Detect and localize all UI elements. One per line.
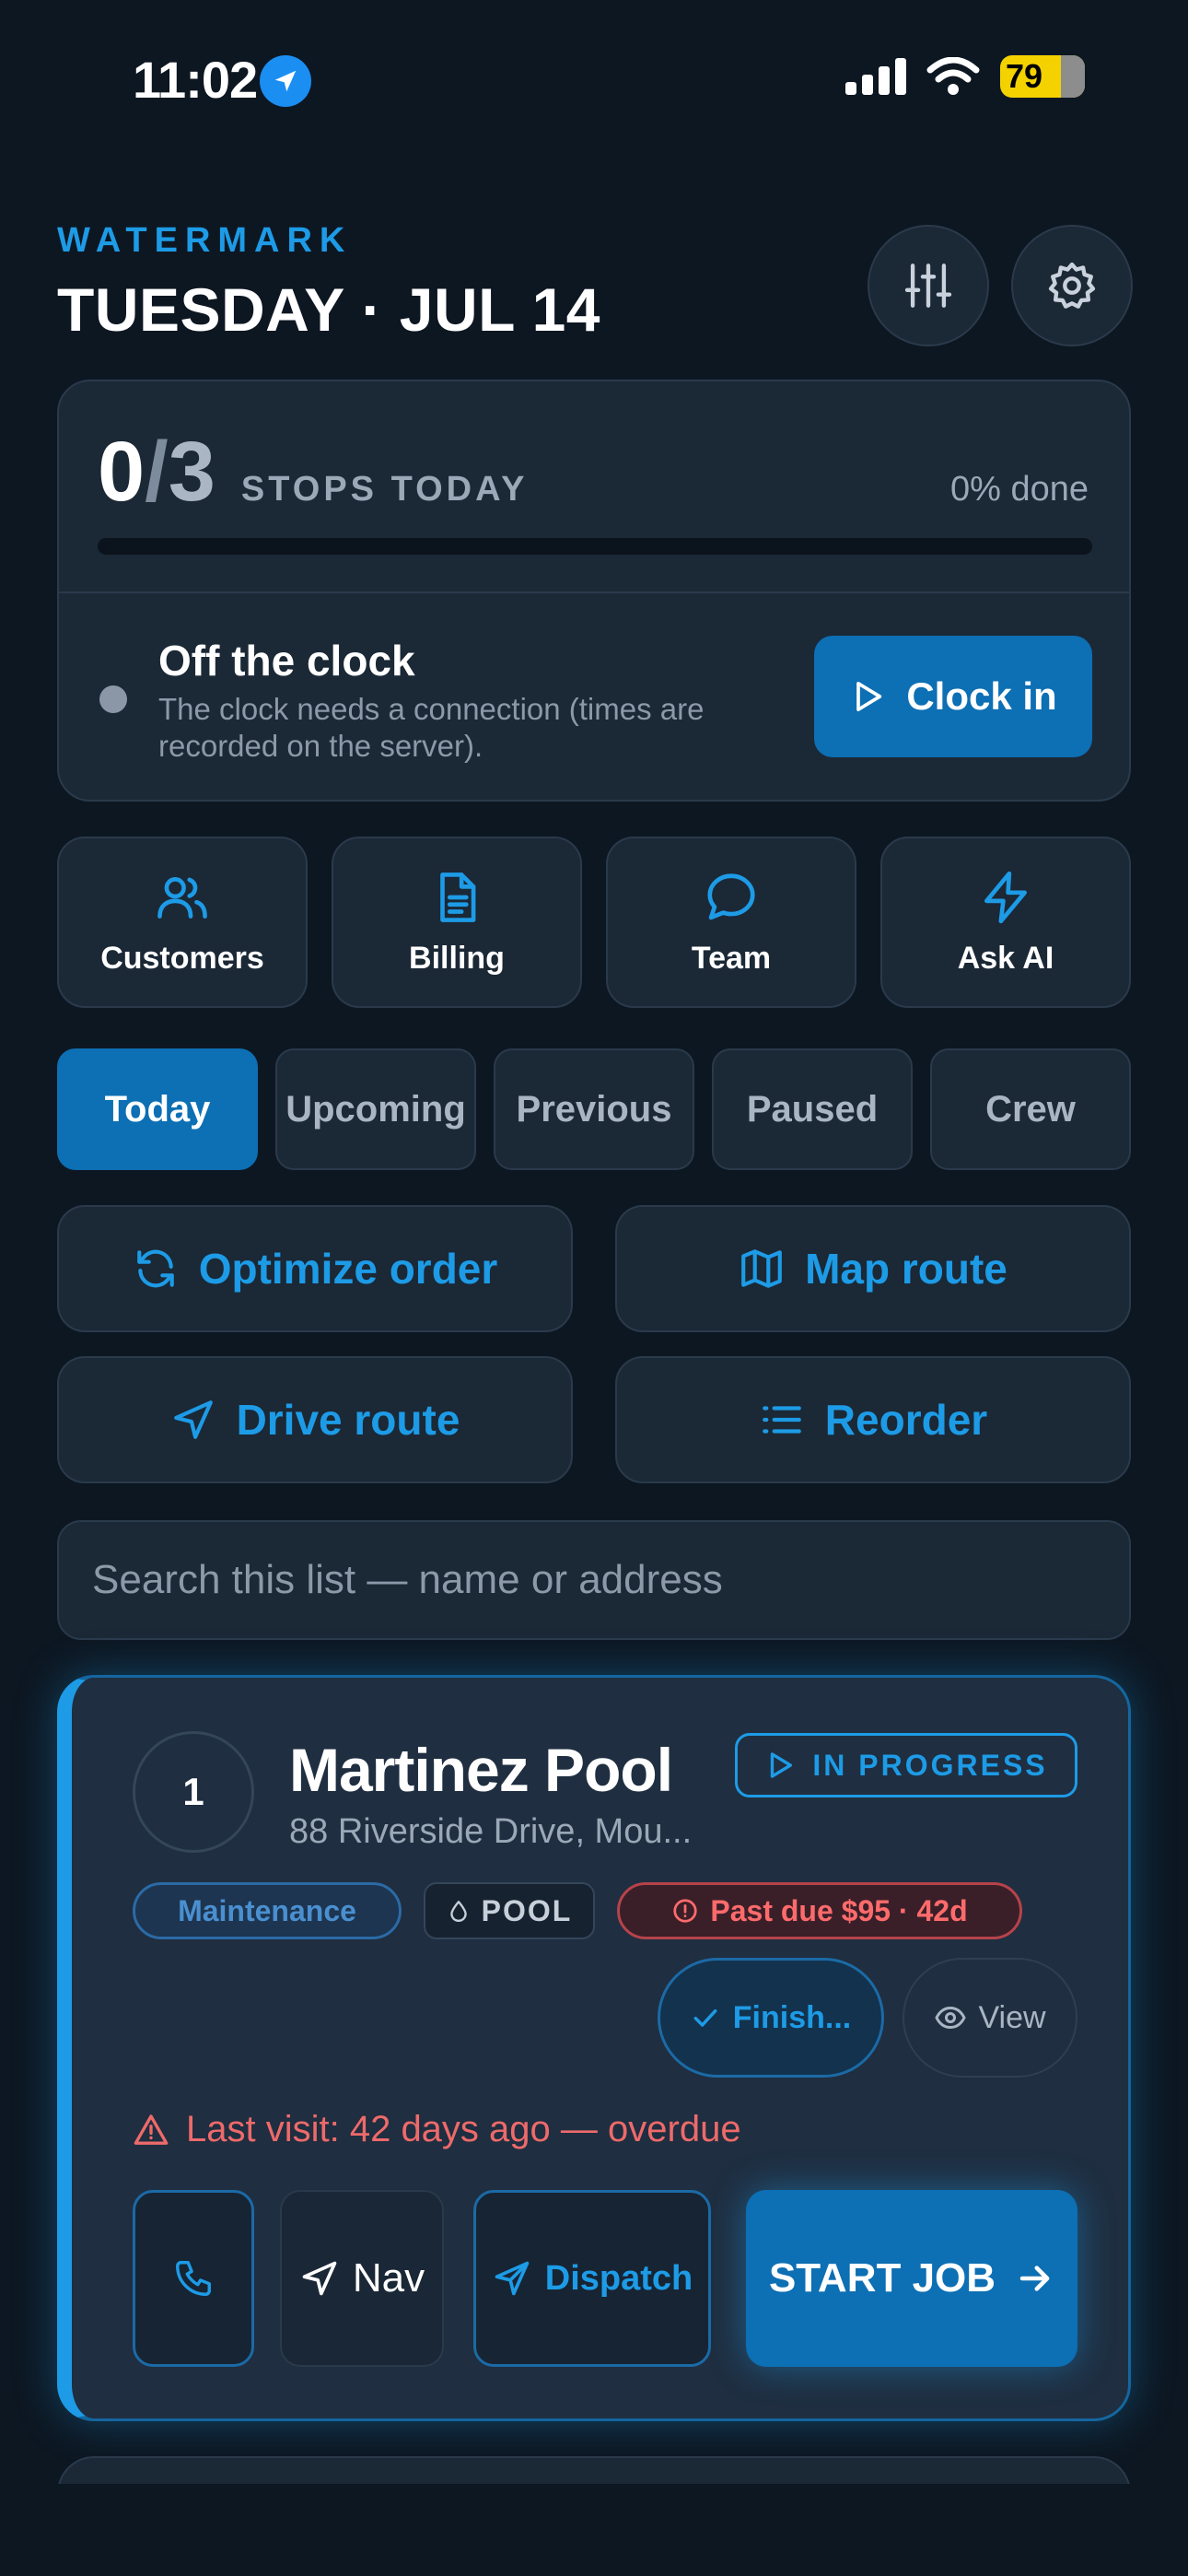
drive-route-button[interactable]: Drive route <box>57 1356 573 1483</box>
sliders-icon <box>904 263 952 308</box>
play-icon <box>771 1752 793 1778</box>
tab-previous[interactable]: Previous <box>494 1048 694 1170</box>
pool-type-label: POOL <box>481 1893 573 1927</box>
start-job-label: START JOB <box>768 2255 996 2301</box>
wifi-icon <box>926 57 980 95</box>
reorder-label: Reorder <box>824 1396 988 1444</box>
location-arrow-icon <box>260 55 311 107</box>
stop-number: 1 <box>133 1731 254 1853</box>
battery-level: 79 <box>1006 57 1043 95</box>
bottom-fade <box>0 2484 1188 2576</box>
overdue-warning: Last visit: 42 days ago — overdue <box>133 2109 741 2150</box>
filters-button[interactable] <box>868 225 989 346</box>
phone-icon <box>176 2261 211 2296</box>
settings-button[interactable] <box>1011 225 1133 346</box>
optimize-order-label: Optimize order <box>198 1245 498 1293</box>
team-tile[interactable]: Team <box>606 837 856 1008</box>
arrow-right-icon <box>1019 2266 1050 2291</box>
percent-done: 0% done <box>949 470 1089 509</box>
list-icon <box>762 1406 801 1434</box>
stops-counter: 0 / 3 STOPS TODAY <box>98 424 528 521</box>
status-time: 11:02 <box>133 51 258 109</box>
customers-label: Customers <box>100 940 264 976</box>
service-tag: Maintenance <box>133 1882 402 1939</box>
optimize-order-button[interactable]: Optimize order <box>57 1205 573 1332</box>
refresh-icon <box>136 1249 174 1288</box>
pool-type-tag: POOL <box>424 1882 595 1939</box>
past-due-label: Past due $95 · 42d <box>710 1893 968 1927</box>
call-button[interactable] <box>133 2190 254 2367</box>
tab-paused[interactable]: Paused <box>712 1048 913 1170</box>
start-job-button[interactable]: START JOB <box>746 2190 1077 2367</box>
document-icon <box>440 872 476 922</box>
customers-tile[interactable]: Customers <box>57 837 308 1008</box>
search-input[interactable] <box>57 1520 1131 1640</box>
stops-separator: / <box>145 425 169 519</box>
map-icon <box>741 1249 782 1288</box>
signal-icon <box>845 58 906 95</box>
page-title: TUESDAY · JUL 14 <box>57 275 601 344</box>
past-due-tag: Past due $95 · 42d <box>617 1882 1022 1939</box>
eye-icon <box>935 2006 967 2030</box>
tab-today[interactable]: Today <box>57 1048 258 1170</box>
view-label: View <box>978 1999 1046 2035</box>
clock-in-button[interactable]: Clock in <box>814 636 1092 757</box>
battery-icon: 79 <box>1000 55 1085 98</box>
ask-ai-tile[interactable]: Ask AI <box>880 837 1131 1008</box>
progress-bar <box>98 538 1092 555</box>
stops-completed: 0 <box>98 425 146 519</box>
tab-upcoming[interactable]: Upcoming <box>275 1048 476 1170</box>
nav-button[interactable]: Nav <box>280 2190 444 2367</box>
warning-icon <box>134 2113 169 2145</box>
brand-name: WATERMARK <box>57 221 353 260</box>
stops-summary-card: 0 / 3 STOPS TODAY 0% done Off the clock … <box>57 380 1131 802</box>
clock-status-subtitle: The clock needs a connection (times are … <box>158 692 705 763</box>
clock-in-label: Clock in <box>906 674 1057 718</box>
job-card[interactable]: 1 Martinez Pool 88 Riverside Drive, Mou.… <box>57 1675 1131 2421</box>
status-indicators: 79 <box>845 55 1085 98</box>
finish-label: Finish... <box>732 1999 852 2035</box>
alert-circle-icon <box>673 1899 697 1923</box>
drive-route-label: Drive route <box>236 1396 460 1444</box>
divider <box>59 591 1129 593</box>
stops-total: 3 <box>168 425 215 519</box>
users-icon <box>157 876 207 919</box>
reorder-button[interactable]: Reorder <box>615 1356 1131 1483</box>
navigation-icon <box>173 1400 213 1439</box>
dispatch-label: Dispatch <box>544 2258 693 2298</box>
tab-crew[interactable]: Crew <box>930 1048 1131 1170</box>
status-text: IN PROGRESS <box>812 1748 1048 1782</box>
gear-icon <box>1048 262 1096 309</box>
billing-tile[interactable]: Billing <box>332 837 582 1008</box>
ask-ai-label: Ask AI <box>957 940 1054 976</box>
customer-name: Martinez Pool <box>289 1736 673 1804</box>
droplet-icon <box>449 1901 467 1922</box>
map-route-label: Map route <box>805 1245 1007 1293</box>
overdue-text: Last visit: 42 days ago — overdue <box>186 2109 741 2149</box>
billing-label: Billing <box>409 940 505 976</box>
team-label: Team <box>691 940 772 976</box>
app-screen: 11:02 79 WATERMARK TUESDAY · JUL 14 0 / … <box>0 0 1188 2576</box>
chat-icon <box>707 872 755 919</box>
dispatch-button[interactable]: Dispatch <box>473 2190 711 2367</box>
clock-status-title: Off the clock <box>158 637 415 685</box>
clock-status-dot <box>99 685 127 713</box>
check-icon <box>693 2008 717 2027</box>
finish-button[interactable]: Finish... <box>658 1958 884 2078</box>
customer-address: 88 Riverside Drive, Mou... <box>289 1812 693 1851</box>
status-badge: IN PROGRESS <box>735 1733 1077 1797</box>
play-icon <box>856 682 882 711</box>
status-bar: 11:02 79 <box>0 0 1188 157</box>
navigation-icon <box>302 2261 337 2296</box>
send-icon <box>495 2261 530 2296</box>
map-route-button[interactable]: Map route <box>615 1205 1131 1332</box>
lightning-icon <box>984 871 1027 923</box>
view-button[interactable]: View <box>903 1958 1077 2078</box>
nav-label: Nav <box>352 2255 425 2301</box>
stops-label: STOPS TODAY <box>240 470 529 509</box>
